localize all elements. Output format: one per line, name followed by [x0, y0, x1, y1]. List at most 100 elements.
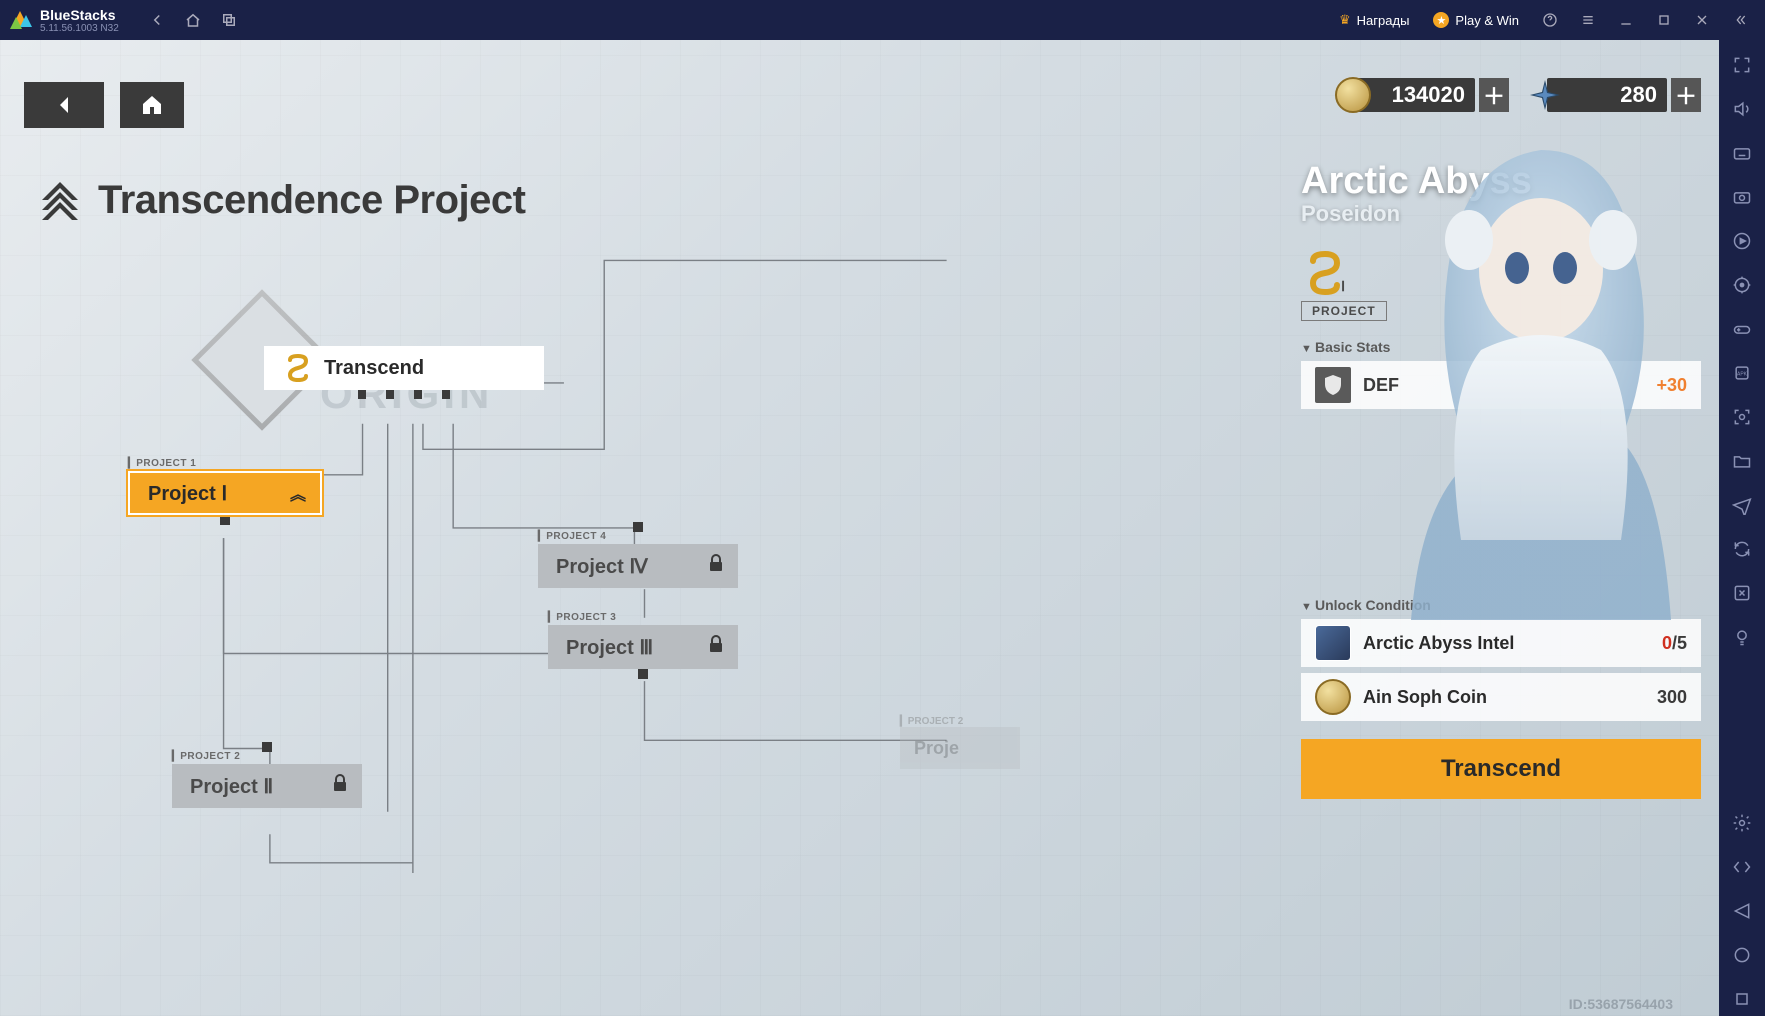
lock-icon	[708, 554, 724, 578]
rail-camera-icon[interactable]	[1725, 180, 1759, 214]
node-project-2[interactable]: ▎PROJECT 2 Project Ⅱ	[172, 742, 362, 808]
rail-settings-icon[interactable]	[1725, 806, 1759, 840]
transcendence-icon	[32, 170, 88, 231]
transcend-button[interactable]: Transcend	[1301, 739, 1701, 799]
rail-rotate-icon[interactable]	[1725, 532, 1759, 566]
bs-rewards-label: Награды	[1357, 13, 1410, 28]
star-icon: ★	[1433, 12, 1449, 28]
node-project-2-label: Project Ⅱ	[190, 774, 273, 799]
currency-coin[interactable]: 134020 ＋	[1335, 74, 1509, 116]
stat-def-label: DEF	[1363, 375, 1399, 396]
rail-keyboard-icon[interactable]	[1725, 136, 1759, 170]
unlock-intel-label: Arctic Abyss Intel	[1363, 633, 1514, 654]
node-project-3[interactable]: ▎PROJECT 3 Project Ⅲ	[548, 612, 738, 679]
node-project-1[interactable]: ▎PROJECT 1 Project Ⅰ ︽	[128, 458, 322, 525]
node-project-3-tag: ▎PROJECT 3	[548, 612, 738, 623]
bluestacks-version: 5.11.56.1003 N32	[40, 23, 119, 34]
unlock-header: Unlock Condition	[1301, 597, 1701, 613]
rail-folder-icon[interactable]	[1725, 444, 1759, 478]
page-title-text: Transcendence Project	[98, 178, 525, 223]
node-project-4[interactable]: ▎PROJECT 4 Project Ⅳ	[538, 522, 738, 588]
unlock-intel-row: Arctic Abyss Intel 0/5	[1301, 619, 1701, 667]
bs-menu-button[interactable]	[1571, 3, 1605, 37]
character-name: Arctic Abyss	[1301, 160, 1701, 203]
bluestacks-logo: BlueStacks 5.11.56.1003 N32	[8, 7, 119, 34]
rail-bulb-icon[interactable]	[1725, 620, 1759, 654]
rail-location-icon[interactable]	[1725, 268, 1759, 302]
svg-text:APK: APK	[1737, 372, 1748, 378]
node-project-2-tag: ▎PROJECT 2	[172, 751, 362, 762]
unlock-coin-row: Ain Soph Coin 300	[1301, 673, 1701, 721]
bs-recent-button[interactable]	[211, 2, 247, 38]
bs-playwin-button[interactable]: ★ Play & Win	[1423, 8, 1529, 32]
bs-minimize-button[interactable]	[1609, 3, 1643, 37]
rail-fullscreen-icon[interactable]	[1725, 48, 1759, 82]
rail-apk-icon[interactable]: APK	[1725, 356, 1759, 390]
bs-close-button[interactable]	[1685, 3, 1719, 37]
character-subtitle: Poseidon	[1301, 201, 1701, 227]
chevron-up-icon: ︽	[290, 481, 306, 505]
rail-more-icon[interactable]	[1725, 850, 1759, 884]
node-transcend-label: Transcend	[324, 357, 424, 380]
node-transcend[interactable]: Transcend	[264, 346, 544, 399]
project-badge-label: PROJECT	[1301, 301, 1387, 321]
bluestacks-titlebar: BlueStacks 5.11.56.1003 N32 ♛ Награды ★ …	[0, 0, 1765, 40]
bs-back-button[interactable]	[139, 2, 175, 38]
currency-crystal-value: 280	[1547, 78, 1667, 112]
node-ghost-tag: ▎PROJECT 2	[900, 716, 1020, 727]
rail-sync-icon[interactable]	[1725, 576, 1759, 610]
node-project-4-tag: ▎PROJECT 4	[538, 531, 738, 542]
intel-item-icon	[1315, 625, 1351, 661]
bluestacks-side-rail: APK	[1719, 40, 1765, 1016]
character-panel: Arctic Abyss Poseidon Ⅰ PROJECT Basic St…	[1301, 160, 1701, 992]
game-back-button[interactable]	[24, 82, 104, 128]
node-project-1-tag: ▎PROJECT 1	[128, 458, 322, 469]
rail-screenshot-icon[interactable]	[1725, 400, 1759, 434]
currency-crystal-add-button[interactable]: ＋	[1671, 78, 1701, 112]
bluestacks-logo-icon	[8, 7, 34, 33]
basic-stats-header: Basic Stats	[1301, 339, 1701, 355]
s-rank-icon	[282, 352, 314, 384]
lock-icon	[332, 774, 348, 798]
currency-coin-value: 134020	[1355, 78, 1475, 112]
coin-icon	[1315, 679, 1351, 715]
stat-row-def: DEF +30	[1301, 361, 1701, 409]
home-icon	[140, 93, 164, 117]
node-project-3-label: Project Ⅲ	[566, 635, 653, 660]
project-rank-badge: Ⅰ PROJECT	[1301, 249, 1701, 321]
shield-icon	[1315, 367, 1351, 403]
crown-icon: ♛	[1339, 12, 1351, 28]
currency-crystal[interactable]: 280 ＋	[1527, 74, 1701, 116]
bs-rewards-button[interactable]: ♛ Награды	[1329, 8, 1419, 32]
rail-plane-icon[interactable]	[1725, 488, 1759, 522]
rail-game-recent-icon[interactable]	[1725, 982, 1759, 1016]
bs-playwin-label: Play & Win	[1455, 13, 1519, 28]
project-graph: ORIGIN Transcend	[0, 240, 1289, 1016]
transcend-button-label: Transcend	[1441, 755, 1561, 783]
game-home-button[interactable]	[120, 82, 184, 128]
unlock-coin-value: 300	[1657, 687, 1687, 708]
unlock-coin-label: Ain Soph Coin	[1363, 687, 1487, 708]
rail-game-home-icon[interactable]	[1725, 938, 1759, 972]
bs-home-button[interactable]	[175, 2, 211, 38]
rail-game-back-icon[interactable]	[1725, 894, 1759, 928]
node-ghost-label: Proje	[914, 738, 959, 759]
rail-gamepad-icon[interactable]	[1725, 312, 1759, 346]
bs-help-button[interactable]	[1533, 3, 1567, 37]
bluestacks-title: BlueStacks	[40, 7, 119, 23]
coin-icon	[1335, 77, 1371, 113]
currency-coin-add-button[interactable]: ＋	[1479, 78, 1509, 112]
bs-collapse-rail-button[interactable]	[1723, 3, 1757, 37]
unlock-intel-value: 0/5	[1662, 633, 1687, 654]
rail-volume-icon[interactable]	[1725, 92, 1759, 126]
chevron-left-icon	[52, 93, 76, 117]
rail-record-icon[interactable]	[1725, 224, 1759, 258]
node-project-1-label: Project Ⅰ	[148, 481, 227, 506]
player-id: ID:53687564403	[1569, 996, 1673, 1012]
s-rank-icon: Ⅰ	[1301, 249, 1349, 297]
svg-text:Ⅰ: Ⅰ	[1341, 278, 1345, 294]
bs-maximize-button[interactable]	[1647, 3, 1681, 37]
node-project-4-label: Project Ⅳ	[556, 554, 648, 579]
node-ghost: ▎PROJECT 2 Proje	[900, 716, 1020, 769]
crystal-icon	[1527, 77, 1563, 113]
